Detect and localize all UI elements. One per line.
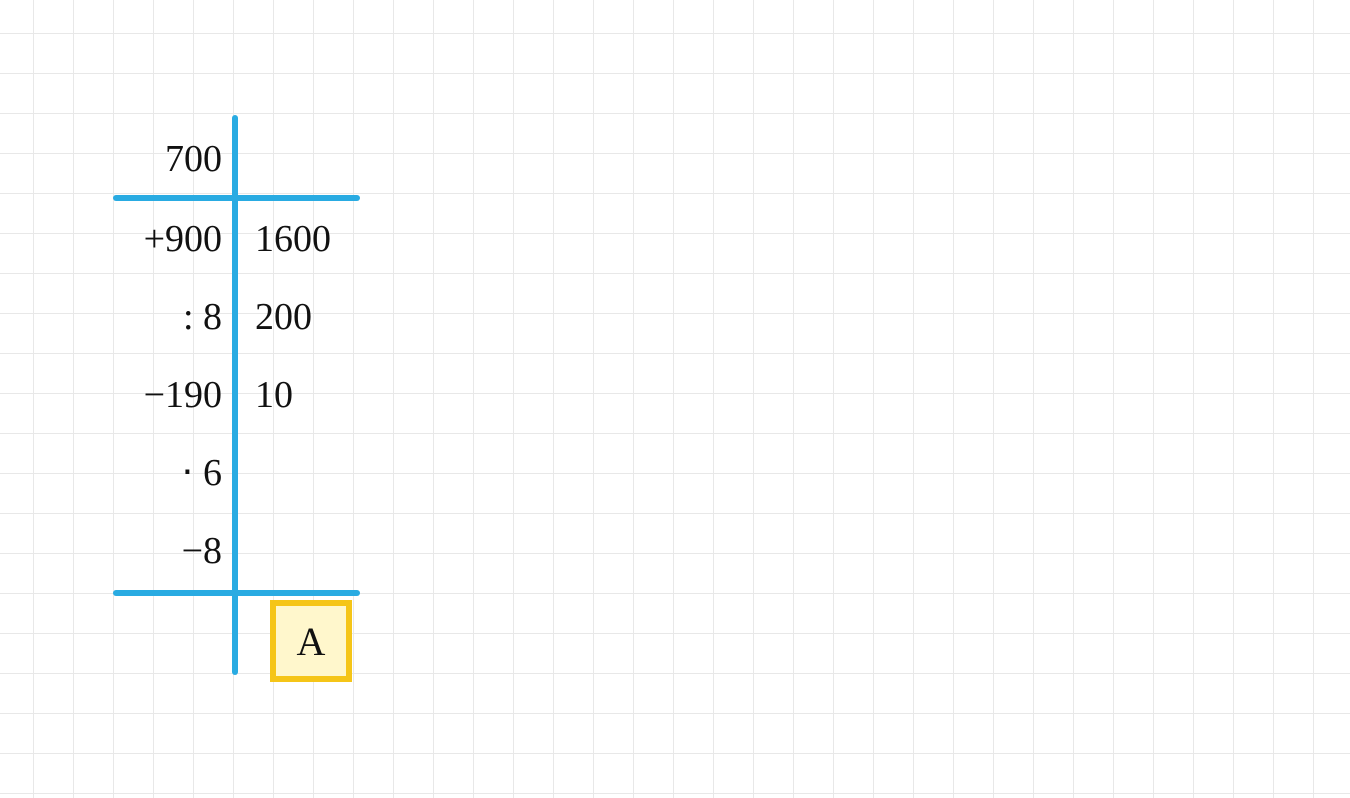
operation-result: 10 <box>255 376 293 414</box>
operation-label: +900 <box>144 220 222 258</box>
operation-label: −8 <box>182 532 222 570</box>
operation-label: ⋅ 6 <box>181 454 222 492</box>
answer-box[interactable]: A <box>270 600 352 682</box>
answer-label: A <box>297 618 326 665</box>
start-value: 700 <box>165 140 222 178</box>
operation-result: 200 <box>255 298 312 336</box>
operation-result: 1600 <box>255 220 331 258</box>
diagram-content: 700 +900 1600 : 8 200 −190 10 ⋅ 6 −8 A <box>0 0 1350 798</box>
operation-label: −190 <box>144 376 222 414</box>
operation-label: : 8 <box>183 298 222 336</box>
vertical-line <box>232 115 238 675</box>
